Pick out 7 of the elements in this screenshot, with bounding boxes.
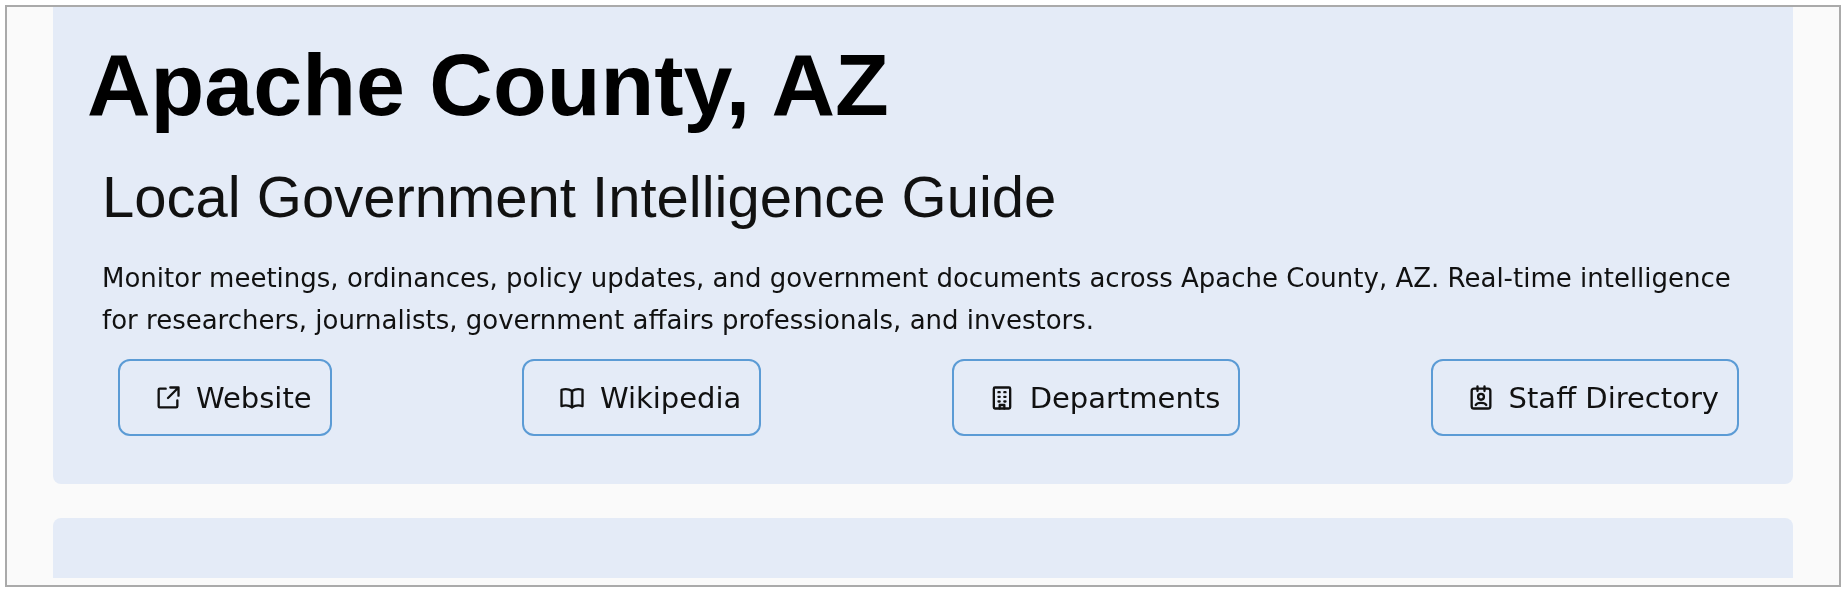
page-title: Apache County, AZ — [87, 37, 890, 134]
page-subtitle: Local Government Intelligence Guide — [102, 162, 1058, 231]
link-button[interactable]: Website — [118, 359, 332, 437]
link-button[interactable]: Departments — [951, 359, 1241, 437]
description-text: Monitor meetings, ordinances, policy updates, and government documents across Apache County, AZ. Real-time intelligence for researchers, journalists, government affairs professionals, and investors. — [102, 262, 1732, 338]
link-button[interactable]: Staff Directory — [1430, 359, 1739, 437]
link-button[interactable]: Wikipedia — [521, 359, 762, 437]
